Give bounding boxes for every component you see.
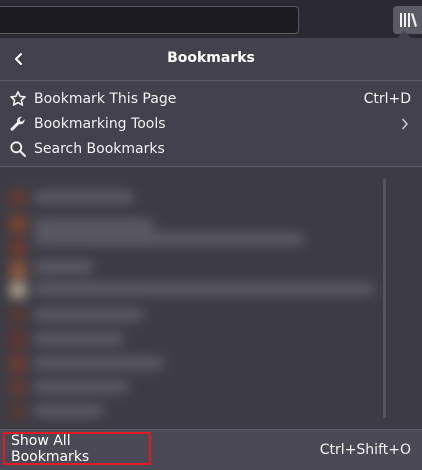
url-bar[interactable] [0,6,299,34]
bookmark-favicon [10,356,26,372]
bookmark-favicon [10,404,26,420]
toolbar [0,0,422,40]
menu-item-label: Bookmarking Tools [34,115,166,132]
bookmark-favicon [10,240,26,256]
menu-divider [0,166,422,167]
menu-item-label: Bookmark This Page [34,90,177,107]
bookmark-favicon [10,216,26,232]
bookmark-favicon [10,190,26,206]
chevron-left-icon [15,53,22,65]
show-all-bookmarks-button[interactable]: Show All Bookmarks [3,432,151,465]
wrench-icon [9,115,27,133]
header-divider [0,80,422,81]
bookmark-favicon [10,282,26,298]
bookmark-row [34,234,304,244]
bookmark-favicon [10,332,26,348]
firefox-bookmarks-panel-screen: Bookmarks Bookmark This Page Ctrl+D Book… [0,0,422,470]
show-all-bookmarks-shortcut: Ctrl+Shift+O [319,442,411,458]
menu-item-shortcut: Ctrl+D [363,90,411,107]
library-icon [399,13,417,27]
bookmark-row [34,358,164,368]
bookmark-row [34,192,134,202]
star-icon [9,90,27,108]
bookmark-row [34,284,374,294]
show-all-bookmarks-label: Show All Bookmarks [11,432,90,465]
bookmark-row [34,406,104,416]
bookmark-row [34,334,124,344]
bookmark-row [34,382,129,392]
chevron-right-icon [400,117,410,131]
bookmark-row [34,262,94,272]
back-button[interactable] [6,46,32,72]
bookmark-row [34,220,154,230]
bookmark-row [34,310,144,320]
blurred-content [0,168,422,430]
panel-header: Bookmarks [0,38,422,80]
panel-footer: Show All Bookmarks Ctrl+Shift+O [0,430,422,470]
bookmarking-tools-item[interactable]: Bookmarking Tools [0,111,422,136]
library-button[interactable] [393,6,422,34]
bookmark-this-page-item[interactable]: Bookmark This Page Ctrl+D [0,86,422,111]
bookmark-favicon [10,262,26,278]
panel-title: Bookmarks [167,50,255,66]
search-icon [9,140,27,158]
bookmark-favicon [10,308,26,324]
bookmark-favicon [10,380,26,396]
scrollbar[interactable] [383,178,386,418]
search-bookmarks-item[interactable]: Search Bookmarks [0,136,422,161]
bookmarks-list-blurred[interactable] [0,168,422,430]
menu-item-label: Search Bookmarks [34,140,165,157]
